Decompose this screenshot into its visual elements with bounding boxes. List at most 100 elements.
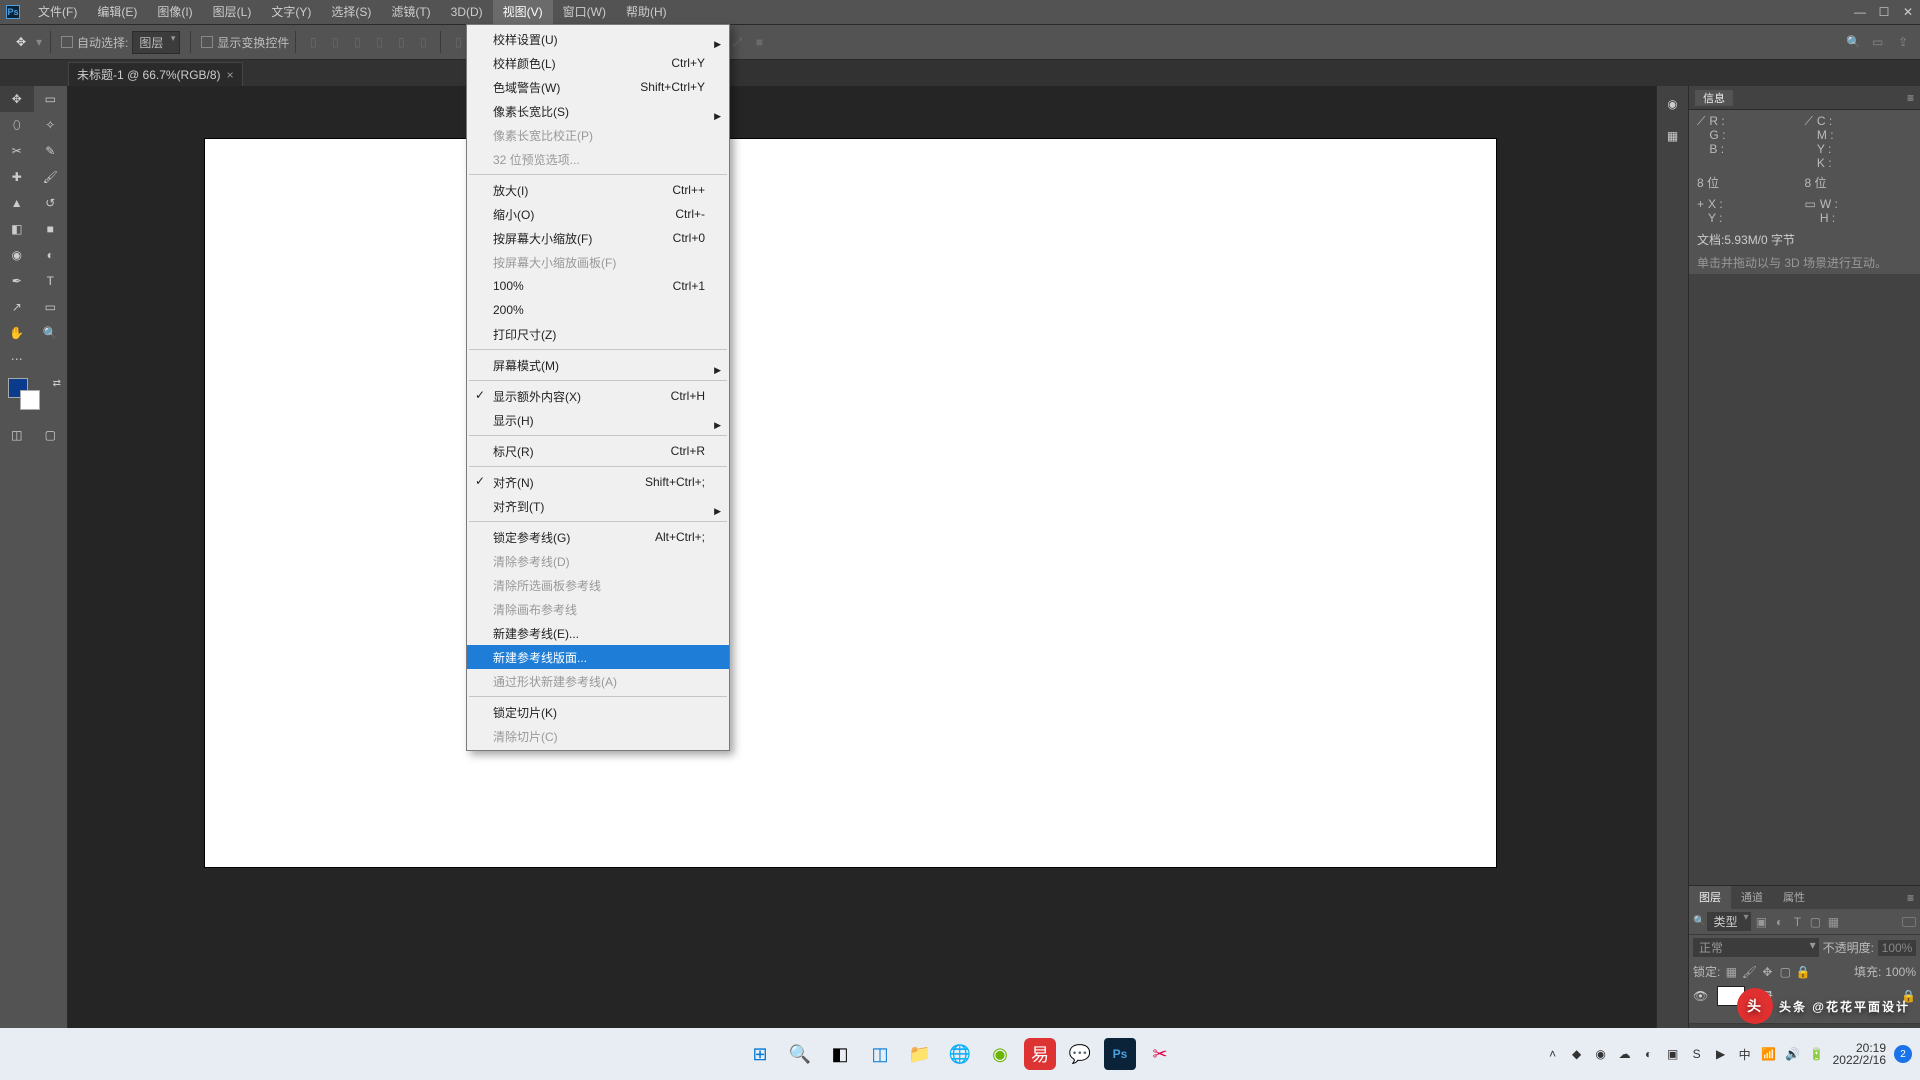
blur-tool[interactable]: ◉ [0,242,34,268]
tray-icon[interactable]: ◐ [1641,1046,1657,1062]
menuitem[interactable]: 200% [467,298,729,322]
pen-tool[interactable]: ✒ [0,268,34,294]
lock-all-icon[interactable]: 🔒 [1796,965,1810,979]
tray-icon[interactable]: ◆ [1569,1046,1585,1062]
panel-menu-icon[interactable]: ≡ [1901,891,1920,905]
menuitem[interactable]: 显示(H) [467,408,729,432]
menuitem[interactable]: 锁定切片(K) [467,700,729,724]
brush-tool[interactable]: 🖌 [34,164,68,190]
wechat-icon[interactable]: 💬 [1064,1038,1096,1070]
menuitem[interactable]: 显示额外内容(X)Ctrl+H [467,384,729,408]
close-button[interactable]: ✕ [1896,0,1920,24]
snip-icon[interactable]: ✂ [1144,1038,1176,1070]
menuitem[interactable]: 打印尺寸(Z) [467,322,729,346]
hand-tool[interactable]: ✋ [0,320,34,346]
properties-tab[interactable]: 属性 [1773,886,1815,910]
dodge-tool[interactable]: ◐ [34,242,68,268]
swap-colors-icon[interactable]: ⇄ [53,378,61,389]
lock-pixels-icon[interactable]: 🖌 [1742,965,1756,979]
menuitem[interactable]: 标尺(R)Ctrl+R [467,439,729,463]
background-swatch[interactable] [20,390,40,410]
lock-artboard-icon[interactable]: ▢ [1778,965,1792,979]
edit-toolbar[interactable]: ⋯ [0,346,34,372]
color-swatches[interactable]: ⇄ [0,378,67,418]
menuitem[interactable]: 放大(I)Ctrl++ [467,178,729,202]
marquee-tool[interactable]: ▭ [34,86,68,112]
tray-icon[interactable]: ▣ [1665,1046,1681,1062]
workspace-icon[interactable]: ▭ [1872,35,1888,49]
start-icon[interactable]: ⊞ [744,1038,776,1070]
menuitem[interactable]: 像素长宽比(S) [467,99,729,123]
opacity-value[interactable]: 100% [1878,940,1916,956]
menuitem[interactable]: 校样颜色(L)Ctrl+Y [467,51,729,75]
canvas[interactable] [205,139,1496,867]
align-middle-icon[interactable]: ▯ [392,33,410,51]
menuitem[interactable]: 按屏幕大小缩放(F)Ctrl+0 [467,226,729,250]
camera-3d-icon[interactable]: ■ [750,33,768,51]
filter-adjust-icon[interactable]: ◐ [1771,915,1787,929]
widgets-icon[interactable]: ◫ [864,1038,896,1070]
panel-menu-icon[interactable]: ≡ [1907,91,1914,105]
zoom-tool[interactable]: 🔍 [34,320,68,346]
search-icon[interactable]: 🔍 [1846,35,1862,49]
document-tab[interactable]: 未标题-1 @ 66.7%(RGB/8) × [68,62,243,86]
volume-icon[interactable]: 🔊 [1785,1046,1801,1062]
align-left-icon[interactable]: ▯ [304,33,322,51]
menu-滤镜T[interactable]: 滤镜(T) [381,0,440,24]
menu-视图V[interactable]: 视图(V) [493,0,553,24]
taskview-icon[interactable]: ◧ [824,1038,856,1070]
distribute-1-icon[interactable]: ▯ [449,33,467,51]
info-tab[interactable]: 信息 [1695,90,1733,106]
filter-smart-icon[interactable]: ▦ [1825,915,1841,929]
align-top-icon[interactable]: ▯ [370,33,388,51]
fill-value[interactable]: 100% [1885,965,1916,979]
lock-transparent-icon[interactable]: ▦ [1724,965,1738,979]
layers-tab[interactable]: 图层 [1689,886,1731,910]
menuitem[interactable]: 100%Ctrl+1 [467,274,729,298]
minimize-button[interactable]: — [1848,0,1872,24]
align-right-icon[interactable]: ▯ [348,33,366,51]
swatches-collapsed-icon[interactable]: ▦ [1661,124,1685,148]
app-icon-1[interactable]: ◉ [984,1038,1016,1070]
close-tab-icon[interactable]: × [227,63,234,87]
tray-icon[interactable]: S [1689,1046,1705,1062]
explorer-icon[interactable]: 📁 [904,1038,936,1070]
menuitem[interactable]: 对齐(N)Shift+Ctrl+; [467,470,729,494]
layer-filter-type[interactable]: 类型 [1707,912,1751,931]
quickmask-tool[interactable]: ◫ [0,422,34,448]
healing-tool[interactable]: ✚ [0,164,34,190]
eyedropper-tool[interactable]: ✎ [34,138,68,164]
gradient-tool[interactable]: ■ [34,216,68,242]
menu-图层L[interactable]: 图层(L) [203,0,262,24]
auto-select-target[interactable]: 图层 [132,31,180,54]
notification-badge[interactable]: 2 [1894,1045,1912,1063]
menu-3DD[interactable]: 3D(D) [441,0,493,24]
filter-type-icon[interactable]: T [1789,915,1805,929]
maximize-button[interactable]: ☐ [1872,0,1896,24]
filter-toggle[interactable] [1902,917,1916,927]
crop-tool[interactable]: ✂ [0,138,34,164]
path-tool[interactable]: ↗ [0,294,34,320]
chrome-icon[interactable]: 🌐 [944,1038,976,1070]
menuitem[interactable]: 对齐到(T) [467,494,729,518]
app-icon-2[interactable]: 易 [1024,1038,1056,1070]
auto-select-checkbox[interactable] [61,36,73,48]
lasso-tool[interactable]: ⬯ [0,112,34,138]
color-collapsed-icon[interactable]: ◉ [1661,92,1685,116]
move-tool-icon[interactable]: ✥ [12,33,30,51]
menu-图像I[interactable]: 图像(I) [147,0,202,24]
lock-position-icon[interactable]: ✥ [1760,965,1774,979]
filter-pixel-icon[interactable]: ▣ [1753,915,1769,929]
filter-shape-icon[interactable]: ▢ [1807,915,1823,929]
share-icon[interactable]: ⇪ [1898,35,1914,49]
clock[interactable]: 20:192022/2/16 [1833,1042,1886,1066]
magic-wand-tool[interactable]: ✧ [34,112,68,138]
eraser-tool[interactable]: ◧ [0,216,34,242]
menu-编辑E[interactable]: 编辑(E) [87,0,147,24]
channels-tab[interactable]: 通道 [1731,886,1773,910]
visibility-icon[interactable]: 👁 [1693,989,1711,1003]
menuitem[interactable]: 屏幕模式(M) [467,353,729,377]
blend-mode[interactable]: 正常 [1693,938,1819,957]
menuitem[interactable]: 锁定参考线(G)Alt+Ctrl+; [467,525,729,549]
align-bottom-icon[interactable]: ▯ [414,33,432,51]
